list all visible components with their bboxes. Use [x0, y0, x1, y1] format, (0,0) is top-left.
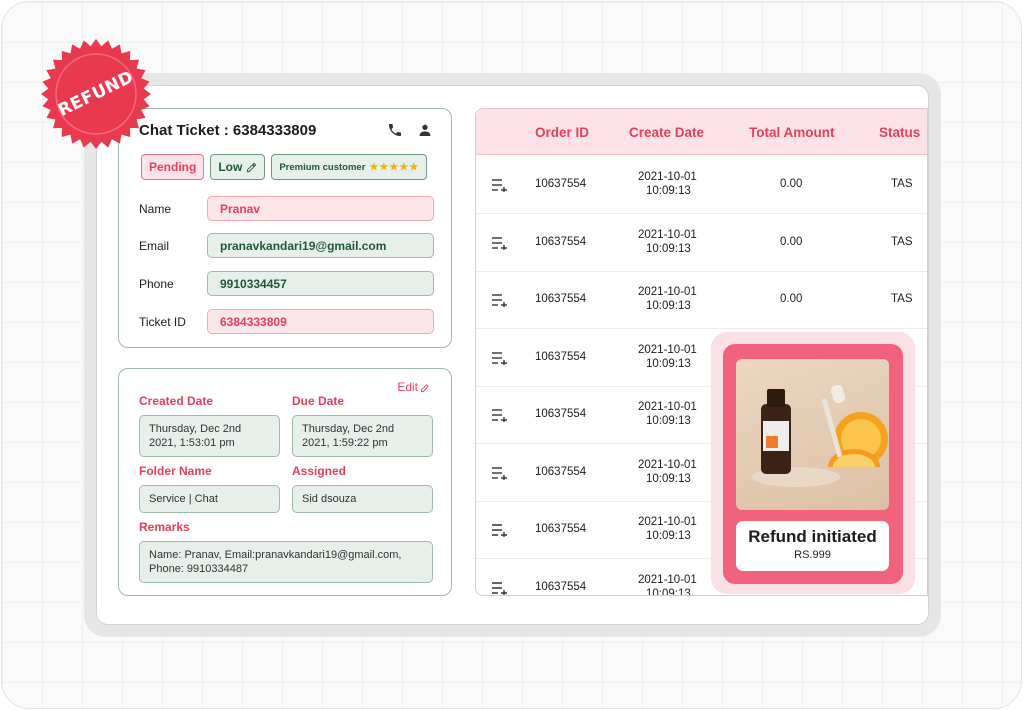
phone-row: Phone 9910334457 [139, 271, 434, 296]
status-cell: TAS [891, 178, 913, 190]
ticket-tags: Pending Low Premium customer ★★★★★ [141, 154, 428, 180]
create-date-cell: 2021-10-01 [638, 343, 697, 356]
order-id-cell: 10637554 [535, 523, 587, 535]
rating-stars-icon: ★★★★★ [369, 161, 420, 173]
name-row: Name Pranav [139, 196, 434, 221]
order-id-cell: 10637554 [535, 465, 587, 478]
table-row[interactable]: 10637554 2021-10-01 10:09:13 0.00 TAS [476, 214, 927, 272]
phone-label: Phone [139, 276, 174, 291]
create-date-cell: 2021-10-01 [638, 458, 697, 471]
pencil-icon [247, 162, 257, 172]
order-id-cell: 10637554 [535, 235, 587, 248]
edit-label: Edit [397, 380, 418, 394]
order-id-cell: 10637554 [535, 408, 587, 420]
created-date-label: Created Date [139, 394, 214, 408]
order-id-cell: 10637554 [535, 293, 587, 305]
premium-label: Premium customer [279, 161, 366, 173]
create-date-cell: 2021-10-01 [638, 171, 697, 183]
add-to-list-icon[interactable] [492, 466, 508, 480]
due-date-label: Due Date [292, 394, 345, 408]
status-tag-pending[interactable]: Pending [141, 154, 205, 180]
folder-name-field[interactable]: Service | Chat [139, 485, 280, 513]
order-id-cell: 10637554 [535, 580, 587, 593]
ticket-details-card: Edit Created Date Thursday, Dec 2nd 2021… [118, 368, 452, 596]
name-field[interactable]: Pranav [207, 196, 434, 221]
add-to-list-icon[interactable] [492, 293, 508, 307]
name-label: Name [139, 201, 172, 216]
add-to-list-icon[interactable] [492, 581, 508, 595]
ticket-id-field[interactable]: 6384333809 [207, 309, 434, 334]
user-icon[interactable] [417, 122, 433, 138]
table-header: Order ID Create Date Total Amount Status [476, 109, 927, 155]
folder-name-label: Folder Name [139, 464, 212, 478]
create-time-cell: 10:09:13 [646, 415, 691, 427]
create-time-cell: 10:09:13 [646, 587, 691, 596]
create-time-cell: 10:09:13 [646, 242, 691, 255]
create-date-cell: 2021-10-01 [638, 516, 697, 528]
create-date-cell: 2021-10-01 [638, 228, 697, 241]
pending-label: Pending [149, 160, 197, 174]
total-amount-cell: 0.00 [780, 293, 803, 305]
create-time-cell: 10:09:13 [646, 357, 691, 370]
table-row[interactable]: 10637554 2021-10-01 10:09:13 0.00 TAS [476, 271, 927, 329]
refund-status-card: Refund initiated RS.999 [736, 521, 889, 571]
created-date-field[interactable]: Thursday, Dec 2nd 2021, 1:53:01 pm [139, 415, 280, 457]
create-time-cell: 10:09:13 [646, 530, 691, 542]
ticket-title: Chat Ticket : 6384333809 [139, 122, 317, 139]
refund-seal-badge: REFUND [40, 38, 152, 150]
create-date-header[interactable]: Create Date [629, 125, 704, 140]
remarks-field[interactable]: Name: Pranav, Email:pranavkandari19@gmai… [139, 541, 433, 583]
refund-price: RS.999 [794, 549, 831, 561]
add-to-list-icon[interactable] [492, 408, 508, 422]
phone-field[interactable]: 9910334457 [207, 271, 434, 296]
ticket-id-row: Ticket ID 6384333809 [139, 309, 434, 334]
ticket-actions [387, 122, 433, 138]
product-image [736, 359, 889, 510]
email-label: Email [139, 238, 170, 253]
add-to-list-icon[interactable] [492, 351, 508, 365]
create-date-cell: 2021-10-01 [638, 573, 697, 586]
premium-customer-tag[interactable]: Premium customer ★★★★★ [271, 154, 428, 180]
order-id-cell: 10637554 [535, 178, 587, 190]
status-cell: TAS [891, 235, 913, 248]
due-date-field[interactable]: Thursday, Dec 2nd 2021, 1:59:22 pm [292, 415, 433, 457]
create-time-cell: 10:09:13 [646, 300, 691, 312]
order-id-cell: 10637554 [535, 350, 587, 363]
assigned-label: Assigned [292, 464, 347, 478]
total-amount-header[interactable]: Total Amount [749, 125, 834, 140]
pencil-icon [420, 383, 429, 392]
edit-button[interactable]: Edit [397, 380, 431, 394]
add-to-list-icon[interactable] [492, 236, 508, 250]
email-field[interactable]: pranavkandari19@gmail.com [207, 233, 434, 258]
remarks-label: Remarks [139, 520, 190, 534]
ticket-id-label: Ticket ID [139, 314, 186, 329]
status-header[interactable]: Status [879, 125, 920, 140]
priority-tag-low[interactable]: Low [210, 154, 266, 180]
status-cell: TAS [891, 293, 913, 305]
create-time-cell: 10:09:13 [646, 472, 691, 485]
ticket-card: Chat Ticket : 6384333809 Pending Low Pre… [118, 108, 452, 348]
email-row: Email pranavkandari19@gmail.com [139, 233, 434, 258]
assigned-field[interactable]: Sid dsouza [292, 485, 433, 513]
low-label: Low [218, 160, 243, 174]
create-date-cell: 2021-10-01 [638, 401, 697, 413]
total-amount-cell: 0.00 [780, 178, 803, 190]
order-id-header[interactable]: Order ID [535, 125, 589, 140]
table-row[interactable]: 10637554 2021-10-01 10:09:13 0.00 TAS [476, 156, 927, 214]
create-date-cell: 2021-10-01 [638, 286, 697, 298]
add-to-list-icon[interactable] [492, 178, 508, 192]
serum-bottle-illustration [752, 384, 888, 487]
add-to-list-icon[interactable] [492, 523, 508, 537]
refund-title: Refund initiated [748, 527, 877, 546]
create-time-cell: 10:09:13 [646, 185, 691, 197]
phone-icon[interactable] [387, 122, 403, 138]
total-amount-cell: 0.00 [780, 235, 803, 248]
